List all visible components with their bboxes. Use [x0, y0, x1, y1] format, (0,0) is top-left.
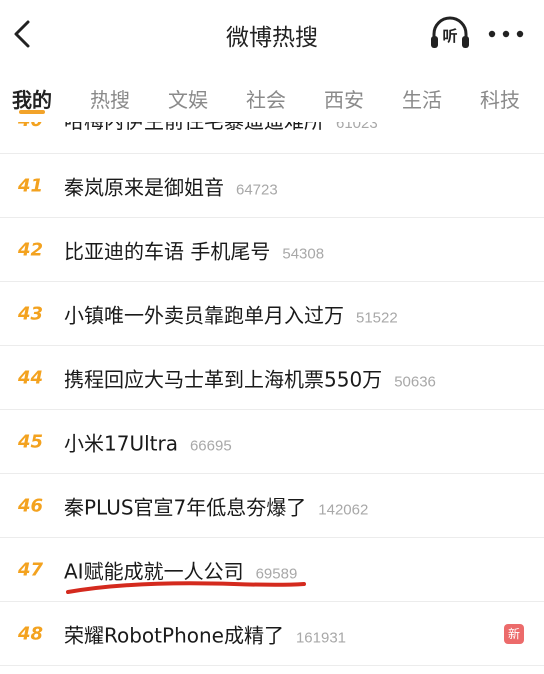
- heat-count: 61023: [336, 122, 378, 133]
- rank-number: 47: [18, 559, 44, 581]
- list-item[interactable]: 44 携程回应大马士革到上海机票550万 50636: [0, 346, 544, 410]
- list-item[interactable]: 42 比亚迪的车语 手机尾号 54308: [0, 218, 544, 282]
- heat-count: 50636: [394, 373, 436, 391]
- heat-count: 64723: [236, 181, 278, 199]
- heat-count: 69589: [255, 565, 298, 583]
- tab-tech[interactable]: 科技: [480, 84, 520, 113]
- heat-count: 66695: [189, 437, 232, 455]
- active-tab-indicator: [19, 110, 45, 114]
- item-title: 携程回应大马士革到上海机票550万 50636: [64, 367, 436, 392]
- rank-number: 48: [18, 623, 44, 645]
- heat-count: 51522: [356, 309, 398, 327]
- rank-number: 43: [18, 303, 44, 325]
- rank-number: 44: [18, 367, 44, 389]
- item-title: 比亚迪的车语 手机尾号 54308: [64, 239, 325, 264]
- more-dots-icon: [488, 30, 524, 38]
- list-item[interactable]: 46 秦PLUS官宣7年低息夯爆了 142062: [0, 474, 544, 538]
- tab-hot[interactable]: 热搜: [90, 84, 130, 113]
- tab-mine[interactable]: 我的: [12, 84, 52, 113]
- divider: [0, 665, 544, 666]
- rank-number: 46: [18, 495, 44, 517]
- tab-xian[interactable]: 西安: [324, 84, 364, 113]
- listen-label: 听: [442, 27, 458, 45]
- item-title: 哈梅内伊生前住宅暴遥遥难所61023: [64, 122, 378, 134]
- tab-entertainment[interactable]: 文娱: [168, 84, 208, 113]
- tab-life[interactable]: 生活: [402, 84, 442, 113]
- top-bar: 微博热搜 听: [0, 0, 544, 72]
- item-title: 小镇唯一外卖员靠跑单月入过万 51522: [64, 303, 398, 328]
- heat-count: 142062: [318, 501, 369, 519]
- list-item[interactable]: 43 小镇唯一外卖员靠跑单月入过万 51522: [0, 282, 544, 346]
- more-button[interactable]: [482, 22, 530, 46]
- list-item[interactable]: 47 AI赋能成就一人公司 69589: [0, 538, 544, 602]
- item-title: 秦岚原来是御姐音 64723: [64, 175, 278, 200]
- heat-count: 54308: [282, 245, 325, 263]
- list-item[interactable]: 48 荣耀RobotPhone成精了 161931 新: [0, 602, 544, 666]
- hot-search-page: 微博热搜 听 我的 热搜 文娱 社会 西安 生活 科技 61023 41 秦岚原…: [0, 0, 544, 674]
- list-item[interactable]: 41 秦岚原来是御姐音 64723: [0, 154, 544, 218]
- item-title: AI赋能成就一人公司 69589: [64, 559, 298, 584]
- tab-society[interactable]: 社会: [246, 84, 286, 113]
- rank-number: 40: [18, 122, 43, 131]
- rank-number: 42: [18, 239, 44, 261]
- heat-count: 161931: [295, 629, 347, 647]
- item-title: 小米17Ultra 66695: [64, 431, 232, 456]
- rank-number: 41: [18, 175, 44, 197]
- item-title: 秦PLUS官宣7年低息夯爆了 142062: [64, 495, 369, 520]
- listen-button[interactable]: 听: [428, 14, 472, 54]
- item-title: 荣耀RobotPhone成精了 161931: [64, 623, 347, 648]
- new-badge: 新: [504, 624, 524, 644]
- list-item[interactable]: 45 小米17Ultra 66695: [0, 410, 544, 474]
- rank-number: 45: [18, 431, 44, 453]
- hot-search-list: 40 哈梅内伊生前住宅暴遥遥难所61023 41 秦岚原来是御姐音64723 4…: [0, 122, 544, 674]
- list-item[interactable]: 40 哈梅内伊生前住宅暴遥遥难所61023: [0, 122, 544, 154]
- category-tabs: 我的 热搜 文娱 社会 西安 生活 科技: [0, 72, 544, 122]
